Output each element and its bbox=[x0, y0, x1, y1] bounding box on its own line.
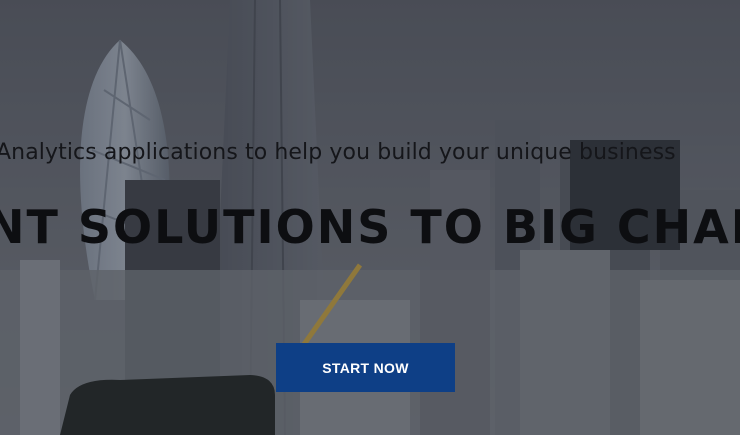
hero-section: Analytics applications to help you build… bbox=[0, 0, 740, 435]
hero-headline: NT SOLUTIONS TO BIG CHALL bbox=[0, 200, 740, 254]
start-now-button[interactable]: START NOW bbox=[276, 343, 455, 392]
hero-subtitle: Analytics applications to help you build… bbox=[0, 140, 676, 165]
